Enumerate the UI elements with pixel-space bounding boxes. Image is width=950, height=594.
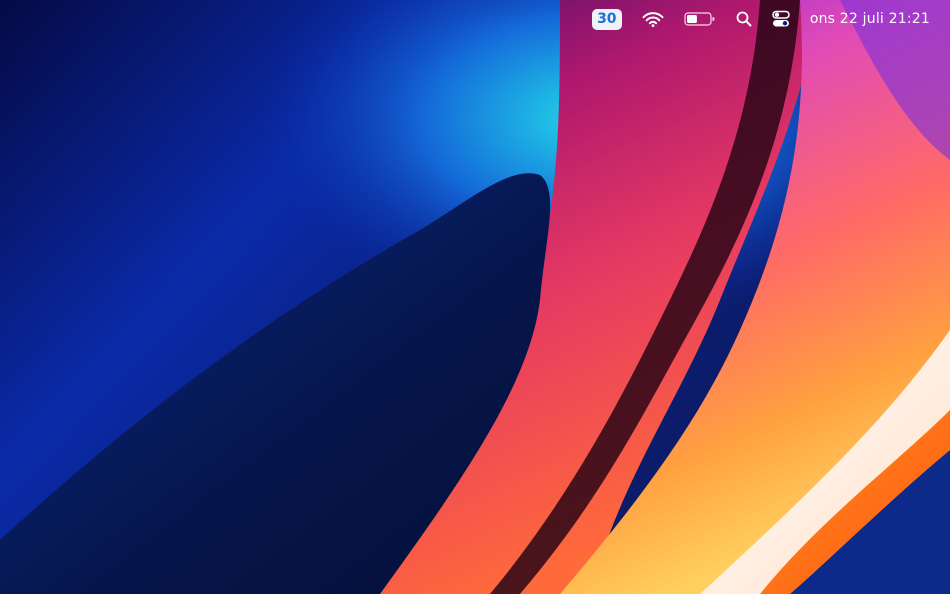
desktop: 30 ons 22 juli 21:21 [0, 0, 950, 594]
battery-icon[interactable] [684, 12, 716, 26]
calendar-badge[interactable]: 30 [591, 8, 622, 30]
wallpaper [0, 0, 950, 594]
menu-bar: 30 ons 22 juli 21:21 [0, 0, 950, 38]
battery-fill [686, 15, 697, 23]
calendar-badge-label: 30 [597, 11, 617, 27]
menu-bar-clock[interactable]: ons 22 juli 21:21 [810, 11, 930, 27]
wifi-icon[interactable] [642, 11, 664, 27]
search-icon[interactable] [736, 11, 752, 27]
control-center-icon[interactable] [772, 10, 790, 28]
